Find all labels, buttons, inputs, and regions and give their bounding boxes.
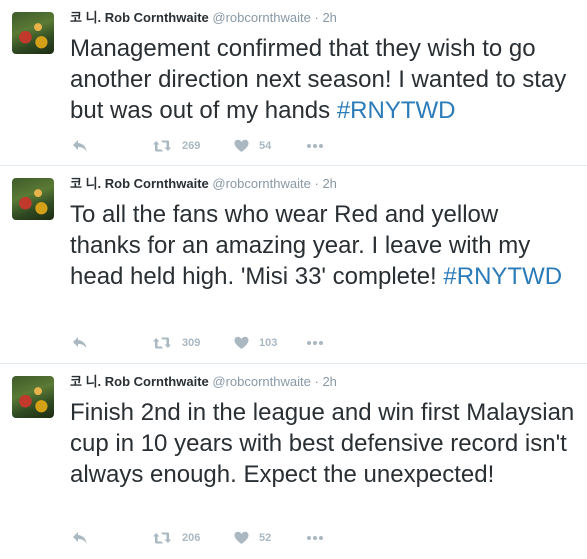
separator-dot: · bbox=[314, 374, 319, 389]
heart-icon bbox=[234, 139, 249, 152]
tweet-actions: 206 52 bbox=[72, 529, 324, 547]
retweet-count: 206 bbox=[182, 532, 201, 544]
tweet-header: 코 니. Rob Cornthwaite @robcornthwaite · 2… bbox=[70, 176, 337, 192]
timestamp[interactable]: 2h bbox=[322, 176, 336, 191]
heart-icon bbox=[234, 336, 249, 349]
reply-button[interactable] bbox=[72, 139, 152, 153]
display-name[interactable]: 코 니. Rob Cornthwaite bbox=[70, 10, 209, 25]
reply-icon bbox=[73, 140, 87, 152]
retweet-count: 309 bbox=[182, 337, 201, 349]
avatar[interactable] bbox=[12, 12, 54, 54]
avatar[interactable] bbox=[12, 178, 54, 220]
display-name[interactable]: 코 니. Rob Cornthwaite bbox=[70, 374, 209, 389]
more-button[interactable] bbox=[306, 535, 324, 541]
tweet-body: Management confirmed that they wish to g… bbox=[70, 35, 567, 124]
retweet-icon bbox=[153, 337, 171, 349]
tweet-actions: 269 54 bbox=[72, 137, 324, 155]
avatar[interactable] bbox=[12, 376, 54, 418]
tweet-actions: 309 103 bbox=[72, 334, 324, 352]
separator-dot: · bbox=[314, 176, 319, 191]
tweet[interactable]: 코 니. Rob Cornthwaite @robcornthwaite · 2… bbox=[0, 364, 587, 559]
like-button[interactable]: 54 bbox=[234, 139, 306, 153]
more-button[interactable] bbox=[306, 143, 324, 149]
retweet-icon bbox=[153, 140, 171, 152]
tweet-text: To all the fans who wear Red and yellow … bbox=[70, 199, 575, 292]
more-button[interactable] bbox=[306, 340, 324, 346]
like-count: 52 bbox=[259, 532, 272, 544]
timestamp[interactable]: 2h bbox=[322, 374, 336, 389]
like-button[interactable]: 52 bbox=[234, 531, 306, 545]
username-handle[interactable]: @robcornthwaite bbox=[212, 176, 310, 191]
more-icon bbox=[307, 341, 323, 345]
retweet-button[interactable]: 269 bbox=[152, 139, 234, 153]
username-handle[interactable]: @robcornthwaite bbox=[212, 10, 310, 25]
more-icon bbox=[307, 144, 323, 148]
tweet-header: 코 니. Rob Cornthwaite @robcornthwaite · 2… bbox=[70, 10, 337, 26]
tweet-text: Management confirmed that they wish to g… bbox=[70, 33, 575, 126]
hashtag-link[interactable]: #RNYTWD bbox=[337, 97, 456, 124]
separator-dot: · bbox=[314, 10, 319, 25]
display-name[interactable]: 코 니. Rob Cornthwaite bbox=[70, 176, 209, 191]
reply-button[interactable] bbox=[72, 336, 152, 350]
retweet-count: 269 bbox=[182, 140, 201, 152]
like-count: 103 bbox=[259, 337, 278, 349]
tweet-timeline: 코 니. Rob Cornthwaite @robcornthwaite · 2… bbox=[0, 0, 587, 559]
more-icon bbox=[307, 536, 323, 540]
reply-icon bbox=[73, 337, 87, 349]
tweet[interactable]: 코 니. Rob Cornthwaite @robcornthwaite · 2… bbox=[0, 166, 587, 364]
tweet[interactable]: 코 니. Rob Cornthwaite @robcornthwaite · 2… bbox=[0, 0, 587, 166]
reply-icon bbox=[73, 532, 87, 544]
hashtag-link[interactable]: #RNYTWD bbox=[443, 263, 562, 290]
retweet-icon bbox=[153, 532, 171, 544]
reply-button[interactable] bbox=[72, 531, 152, 545]
retweet-button[interactable]: 206 bbox=[152, 531, 234, 545]
tweet-text: Finish 2nd in the league and win first M… bbox=[70, 397, 575, 490]
heart-icon bbox=[234, 531, 249, 544]
username-handle[interactable]: @robcornthwaite bbox=[212, 374, 310, 389]
timestamp[interactable]: 2h bbox=[322, 10, 336, 25]
like-count: 54 bbox=[259, 140, 272, 152]
retweet-button[interactable]: 309 bbox=[152, 336, 234, 350]
tweet-header: 코 니. Rob Cornthwaite @robcornthwaite · 2… bbox=[70, 374, 337, 390]
like-button[interactable]: 103 bbox=[234, 336, 306, 350]
tweet-body: Finish 2nd in the league and win first M… bbox=[70, 399, 575, 488]
